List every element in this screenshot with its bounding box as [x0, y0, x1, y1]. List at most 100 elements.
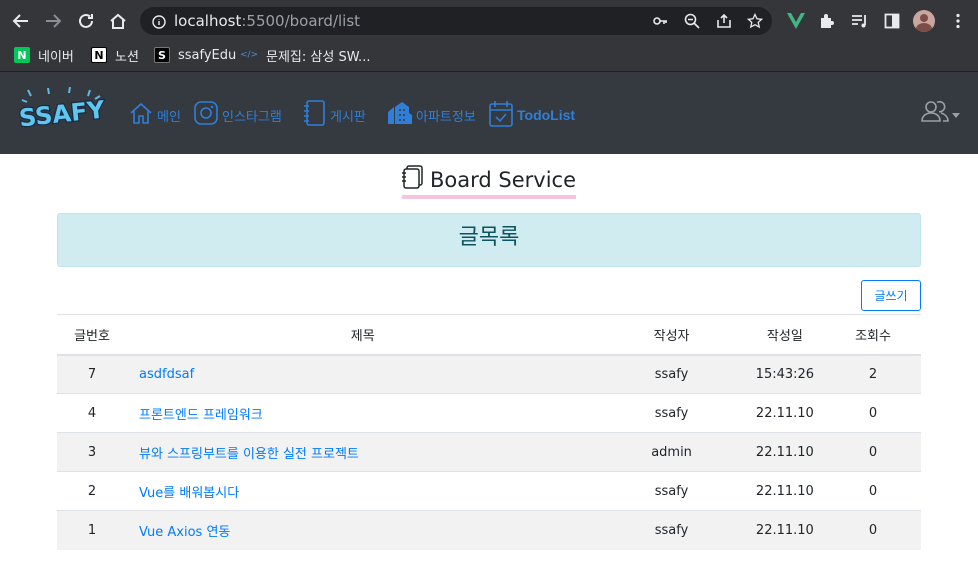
header-number: 글번호	[57, 314, 128, 356]
info-icon[interactable]	[152, 14, 166, 33]
buildings-icon	[387, 100, 413, 130]
cell-writer: admin	[598, 432, 745, 472]
cell-title: Vue를 배워봅시다	[127, 471, 599, 511]
cell-number: 4	[57, 393, 128, 433]
page-title-text: Board Service	[429, 168, 576, 192]
more-menu-icon[interactable]	[948, 11, 968, 31]
cell-hits: 0	[825, 432, 921, 472]
bookmark-label: ssafyEdu	[178, 47, 237, 63]
ssafy-logo[interactable]: SSAFY	[16, 86, 108, 136]
logo-text: SSAFY	[18, 96, 106, 132]
cell-date: 22.11.10	[744, 393, 826, 433]
cell-date: 22.11.10	[744, 432, 826, 472]
article-link[interactable]: asdfdsaf	[139, 367, 194, 382]
star-icon[interactable]	[746, 12, 764, 30]
article-link[interactable]: Vue Axios 연동	[139, 525, 230, 540]
people-icon	[920, 100, 950, 126]
table-row: 4 프론트엔드 프레임워크 ssafy 22.11.10 0	[57, 393, 921, 433]
extensions-icon[interactable]	[817, 11, 837, 31]
bookmark-problemset[interactable]: </> 문제집: 삼성 SW...	[239, 45, 371, 65]
cell-date: 15:43:26	[744, 354, 826, 394]
journals-icon	[401, 165, 424, 195]
nav-item-label: 메인	[157, 109, 181, 125]
cell-date: 22.11.10	[744, 510, 826, 550]
notion-icon: N	[91, 47, 107, 63]
cell-title: Vue Axios 연동	[127, 510, 599, 550]
media-control-icon[interactable]	[850, 11, 870, 31]
caret-down-icon	[952, 104, 960, 123]
nav-item-label: 게시판	[330, 109, 366, 125]
side-panel-icon[interactable]	[882, 11, 902, 31]
cell-writer: ssafy	[598, 471, 745, 511]
article-link[interactable]: 프론트엔드 프레임워크	[139, 408, 263, 423]
cell-writer: ssafy	[598, 510, 745, 550]
naver-icon: N	[14, 47, 30, 63]
header-title: 제목	[127, 314, 599, 356]
vue-devtools-icon[interactable]	[786, 11, 806, 31]
url-host: localhost	[174, 12, 242, 30]
cell-title: asdfdsaf	[127, 354, 599, 394]
zoom-icon[interactable]	[683, 12, 701, 30]
nav-item-board[interactable]: 게시판	[303, 98, 366, 132]
article-link[interactable]: 뷰와 스프링부트를 이용한 실전 프로젝트	[139, 447, 359, 462]
bookmarks-bar: N 네이버 N 노션 S ssafyEdu </> 문제집: 삼성 SW...	[0, 42, 978, 72]
nav-item-label: TodoList	[517, 107, 576, 123]
url-path: :5500/board/list	[241, 12, 361, 30]
cell-writer: ssafy	[598, 393, 745, 433]
cell-number: 3	[57, 432, 128, 472]
header-date: 작성일	[744, 314, 826, 356]
key-icon[interactable]	[651, 12, 669, 30]
table-row: 2 Vue를 배워봅시다 ssafy 22.11.10 0	[57, 471, 921, 511]
home-icon[interactable]	[105, 8, 131, 34]
page-title: Board Service	[0, 165, 978, 199]
bookmark-label: 문제집: 삼성 SW...	[266, 49, 371, 65]
cell-hits: 2	[825, 354, 921, 394]
bookmark-naver[interactable]: N 네이버	[14, 45, 74, 65]
nav-item-label: 아파트정보	[416, 109, 476, 125]
table-row: 1 Vue Axios 연동 ssafy 22.11.10 0	[57, 510, 921, 550]
table-row: 3 뷰와 스프링부트를 이용한 실전 프로젝트 admin 22.11.10 0	[57, 432, 921, 472]
reload-icon[interactable]	[73, 8, 99, 34]
profile-avatar[interactable]	[913, 10, 935, 32]
bookmark-ssafyedu[interactable]: S ssafyEdu	[154, 45, 236, 65]
nav-item-todolist[interactable]: TodoList	[488, 98, 575, 132]
header-hits: 조회수	[825, 314, 921, 356]
cell-hits: 0	[825, 393, 921, 433]
calendar-check-icon	[488, 100, 514, 131]
cell-hits: 0	[825, 471, 921, 511]
url-text: localhost:5500/board/list	[174, 12, 360, 30]
list-banner: 글목록	[57, 213, 921, 267]
site-navbar: SSAFY 메인 인스타그램 게시판 아파트정보 TodoList	[0, 72, 978, 154]
table-row: 7 asdfdsaf ssafy 15:43:26 2	[57, 354, 921, 394]
nav-item-apartment[interactable]: 아파트정보	[387, 98, 476, 132]
bookmark-label: 노션	[115, 49, 139, 65]
cell-title: 뷰와 스프링부트를 이용한 실전 프로젝트	[127, 432, 599, 472]
cell-date: 22.11.10	[744, 471, 826, 511]
back-icon[interactable]	[8, 8, 34, 34]
bookmark-notion[interactable]: N 노션	[91, 45, 139, 65]
article-link[interactable]: Vue를 배워봅시다	[139, 486, 239, 501]
nav-item-label: 인스타그램	[222, 109, 282, 125]
table-header-row: 글번호 제목 작성자 작성일 조회수	[57, 314, 921, 356]
instagram-icon	[193, 100, 219, 130]
cell-number: 1	[57, 510, 128, 550]
cell-title: 프론트엔드 프레임워크	[127, 393, 599, 433]
ssafy-edu-icon: S	[154, 47, 170, 63]
cell-number: 2	[57, 471, 128, 511]
write-button[interactable]: 글쓰기	[861, 280, 921, 311]
bookmark-label: 네이버	[38, 49, 74, 65]
home-icon	[128, 100, 154, 130]
nav-item-instagram[interactable]: 인스타그램	[193, 98, 282, 132]
user-menu-dropdown[interactable]	[920, 100, 960, 126]
notebook-icon	[303, 99, 327, 131]
forward-icon[interactable]	[40, 8, 66, 34]
share-icon[interactable]	[715, 12, 733, 30]
nav-item-main[interactable]: 메인	[128, 98, 181, 132]
header-writer: 작성자	[598, 314, 745, 356]
code-icon: </>	[239, 50, 259, 60]
browser-toolbar: localhost:5500/board/list	[0, 0, 978, 42]
address-bar[interactable]: localhost:5500/board/list	[140, 7, 772, 35]
cell-writer: ssafy	[598, 354, 745, 394]
cell-number: 7	[57, 354, 128, 394]
board-table: 글번호 제목 작성자 작성일 조회수 7 asdfdsaf ssafy 15:4…	[57, 314, 921, 550]
